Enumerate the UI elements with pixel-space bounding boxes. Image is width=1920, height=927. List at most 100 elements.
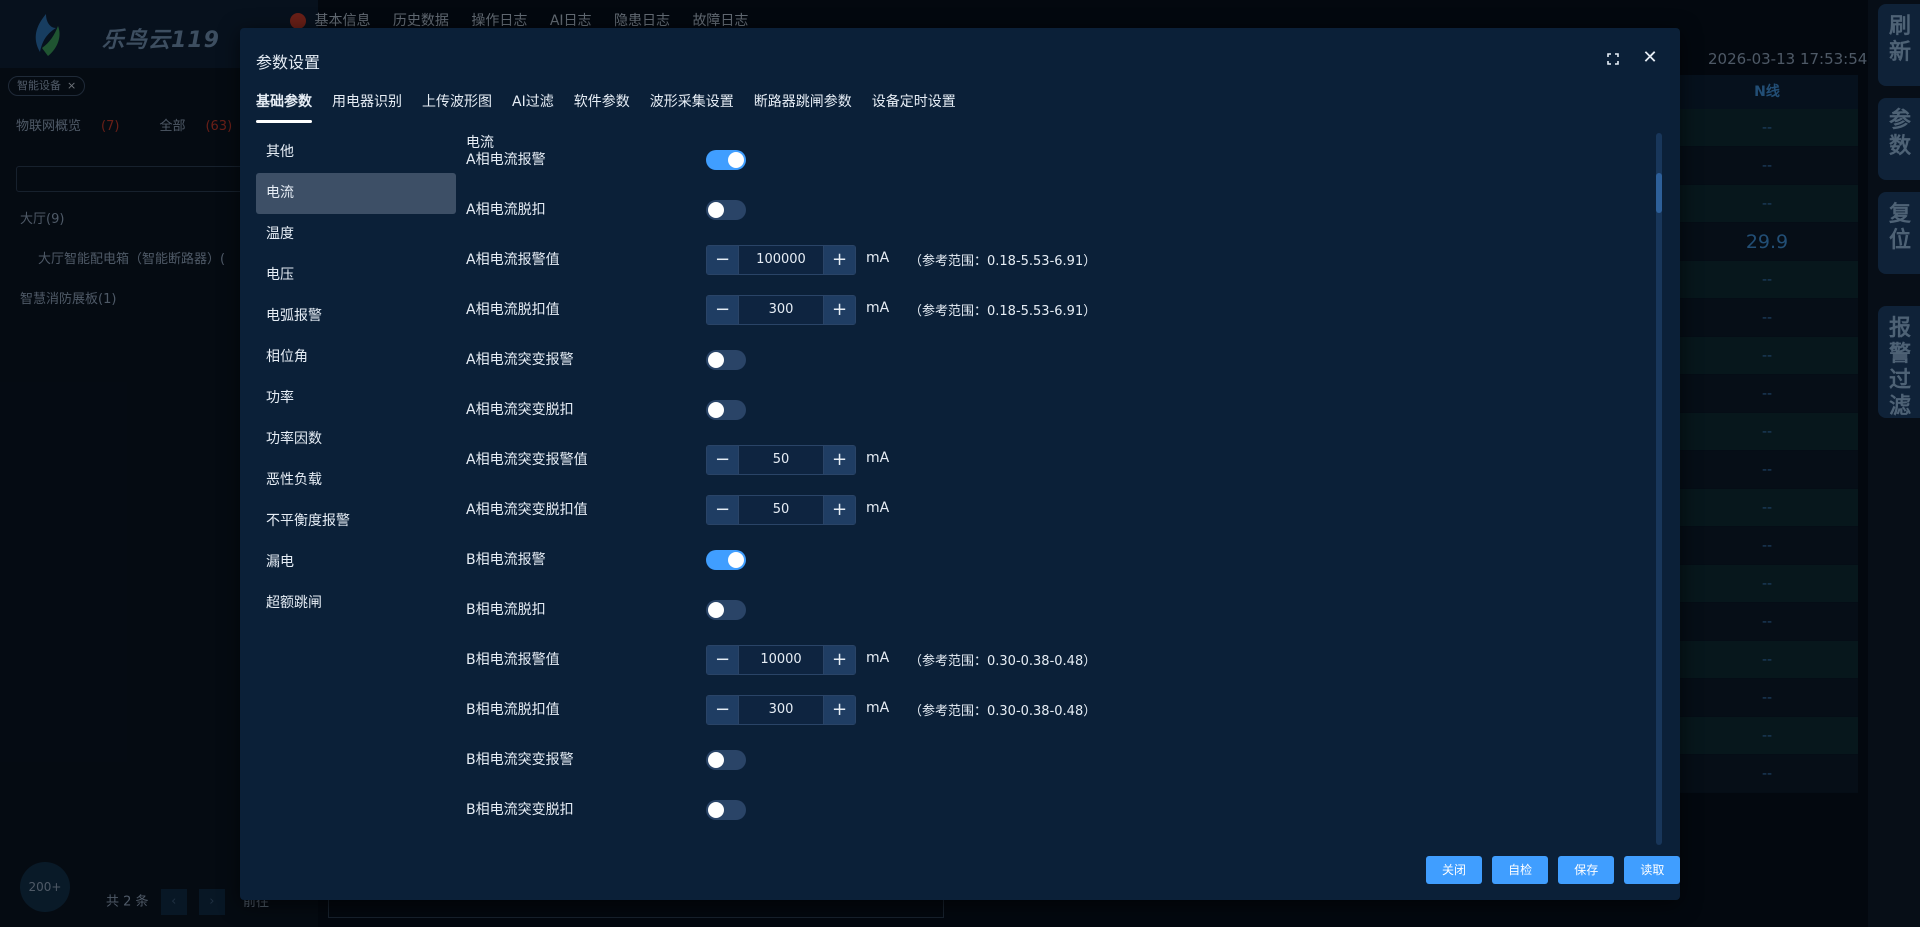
- param-row: A相电流突变报警值 −50 + mA: [466, 444, 1566, 475]
- param-stepper: −100000 +: [706, 245, 856, 275]
- tab-0[interactable]: 基础参数: [256, 91, 312, 123]
- unit-label: mA: [866, 300, 890, 316]
- param-label: A相电流脱扣值: [466, 302, 560, 318]
- category-item[interactable]: 电流: [256, 173, 456, 214]
- read-button[interactable]: 读取: [1624, 856, 1681, 884]
- param-label: B相电流报警值: [466, 652, 560, 668]
- param-label: A相电流报警值: [466, 252, 560, 268]
- param-row: B相电流突变脱扣: [466, 794, 1566, 824]
- param-row: A相电流报警值 −100000 + mA （参考范围：0.18-5.53-6.91）: [466, 244, 1566, 275]
- increment-button[interactable]: +: [823, 246, 855, 274]
- category-item[interactable]: 电压: [256, 255, 456, 296]
- toggle-knob: [728, 552, 744, 568]
- tab-2[interactable]: 上传波形图: [422, 91, 492, 111]
- stepper-value-input[interactable]: 300: [739, 296, 823, 324]
- param-row: B相电流脱扣: [466, 594, 1566, 624]
- reference-range: （参考范围：0.30-0.38-0.48）: [909, 654, 1097, 669]
- param-category-list: 其他 电流 温度 电压 电弧报警 相位角 功率 功率因数 恶性负载 不平衡度报警 漏电 超额跳闸: [256, 132, 456, 624]
- category-item[interactable]: 不平衡度报警: [256, 501, 456, 542]
- param-row: B相电流报警: [466, 544, 1566, 574]
- category-item[interactable]: 功率因数: [256, 419, 456, 460]
- param-toggle[interactable]: [706, 150, 746, 170]
- param-row: A相电流突变脱扣值 −50 + mA: [466, 494, 1566, 525]
- param-stepper: −50 +: [706, 495, 856, 525]
- param-toggle[interactable]: [706, 350, 746, 370]
- toggle-knob: [708, 352, 724, 368]
- toggle-knob: [708, 602, 724, 618]
- dialog-tabs: 基础参数 用电器识别 上传波形图 AI过滤 软件参数 波形采集设置 断路器跳闸参数 设备定时设…: [256, 91, 976, 123]
- param-label: A相电流突变脱扣值: [466, 502, 588, 518]
- increment-button[interactable]: +: [823, 446, 855, 474]
- tab-1[interactable]: 用电器识别: [332, 91, 402, 111]
- category-item[interactable]: 电弧报警: [256, 296, 456, 337]
- scrollbar-thumb[interactable]: [1656, 173, 1662, 213]
- fullscreen-icon[interactable]: [1604, 50, 1622, 68]
- toggle-knob: [728, 152, 744, 168]
- param-row: B相电流报警值 −10000 + mA （参考范围：0.30-0.38-0.48）: [466, 644, 1566, 675]
- category-item[interactable]: 相位角: [256, 337, 456, 378]
- reference-range: （参考范围：0.30-0.38-0.48）: [909, 704, 1097, 719]
- close-icon[interactable]: ✕: [1640, 47, 1660, 69]
- self-check-button[interactable]: 自检: [1492, 856, 1549, 884]
- param-toggle[interactable]: [706, 750, 746, 770]
- param-toggle[interactable]: [706, 200, 746, 220]
- dialog-footer: 关闭 自检 保存 读取: [1420, 856, 1681, 884]
- param-label: A相电流突变脱扣: [466, 402, 574, 418]
- tab-4[interactable]: 软件参数: [574, 91, 630, 111]
- dialog-title: 参数设置: [256, 53, 321, 72]
- param-stepper: −50 +: [706, 445, 856, 475]
- tab-3[interactable]: AI过滤: [512, 91, 554, 111]
- param-form: 电流 A相电流报警 A相电流脱扣 A相电流报警值 −100000 + mA （参考范围：0.…: [466, 132, 1656, 842]
- category-item[interactable]: 温度: [256, 214, 456, 255]
- param-row: A相电流突变报警: [466, 344, 1566, 374]
- toggle-knob: [708, 752, 724, 768]
- toggle-knob: [708, 402, 724, 418]
- param-stepper: −300 +: [706, 695, 856, 725]
- param-toggle[interactable]: [706, 600, 746, 620]
- increment-button[interactable]: +: [823, 696, 855, 724]
- increment-button[interactable]: +: [823, 496, 855, 524]
- category-item[interactable]: 功率: [256, 378, 456, 419]
- decrement-button[interactable]: −: [707, 296, 739, 324]
- param-row: B相电流突变报警: [466, 744, 1566, 774]
- param-toggle[interactable]: [706, 400, 746, 420]
- param-row: B相电流脱扣值 −300 + mA （参考范围：0.30-0.38-0.48）: [466, 694, 1566, 725]
- stepper-value-input[interactable]: 100000: [739, 246, 823, 274]
- category-item[interactable]: 恶性负载: [256, 460, 456, 501]
- decrement-button[interactable]: −: [707, 446, 739, 474]
- param-label: A相电流突变报警值: [466, 452, 588, 468]
- content-scrollbar[interactable]: [1656, 133, 1662, 845]
- unit-label: mA: [866, 250, 890, 266]
- tab-7[interactable]: 设备定时设置: [872, 91, 956, 111]
- stepper-value-input[interactable]: 300: [739, 696, 823, 724]
- category-item[interactable]: 其他: [256, 132, 456, 173]
- increment-button[interactable]: +: [823, 296, 855, 324]
- increment-button[interactable]: +: [823, 646, 855, 674]
- param-row: A相电流脱扣值 −300 + mA （参考范围：0.18-5.53-6.91）: [466, 294, 1566, 325]
- param-toggle[interactable]: [706, 800, 746, 820]
- param-label: A相电流脱扣: [466, 202, 546, 218]
- category-item[interactable]: 漏电: [256, 542, 456, 583]
- stepper-value-input[interactable]: 50: [739, 446, 823, 474]
- unit-label: mA: [866, 450, 890, 466]
- decrement-button[interactable]: −: [707, 246, 739, 274]
- stepper-value-input[interactable]: 50: [739, 496, 823, 524]
- save-button[interactable]: 保存: [1558, 856, 1615, 884]
- tab-6[interactable]: 断路器跳闸参数: [754, 91, 852, 111]
- unit-label: mA: [866, 500, 890, 516]
- decrement-button[interactable]: −: [707, 696, 739, 724]
- category-item[interactable]: 超额跳闸: [256, 583, 456, 624]
- decrement-button[interactable]: −: [707, 646, 739, 674]
- stepper-value-input[interactable]: 10000: [739, 646, 823, 674]
- unit-label: mA: [866, 700, 890, 716]
- toggle-knob: [708, 802, 724, 818]
- tab-5[interactable]: 波形采集设置: [650, 91, 734, 111]
- decrement-button[interactable]: −: [707, 496, 739, 524]
- param-settings-dialog: 参数设置 ✕ 基础参数 用电器识别 上传波形图 AI过滤 软件参数 波形采集设置 断路器跳闸…: [240, 28, 1681, 900]
- param-label: B相电流突变报警: [466, 752, 574, 768]
- close-button[interactable]: 关闭: [1426, 856, 1482, 884]
- reference-range: （参考范围：0.18-5.53-6.91）: [909, 304, 1097, 319]
- param-label: A相电流报警: [466, 152, 546, 168]
- param-toggle[interactable]: [706, 550, 746, 570]
- reference-range: （参考范围：0.18-5.53-6.91）: [909, 254, 1097, 269]
